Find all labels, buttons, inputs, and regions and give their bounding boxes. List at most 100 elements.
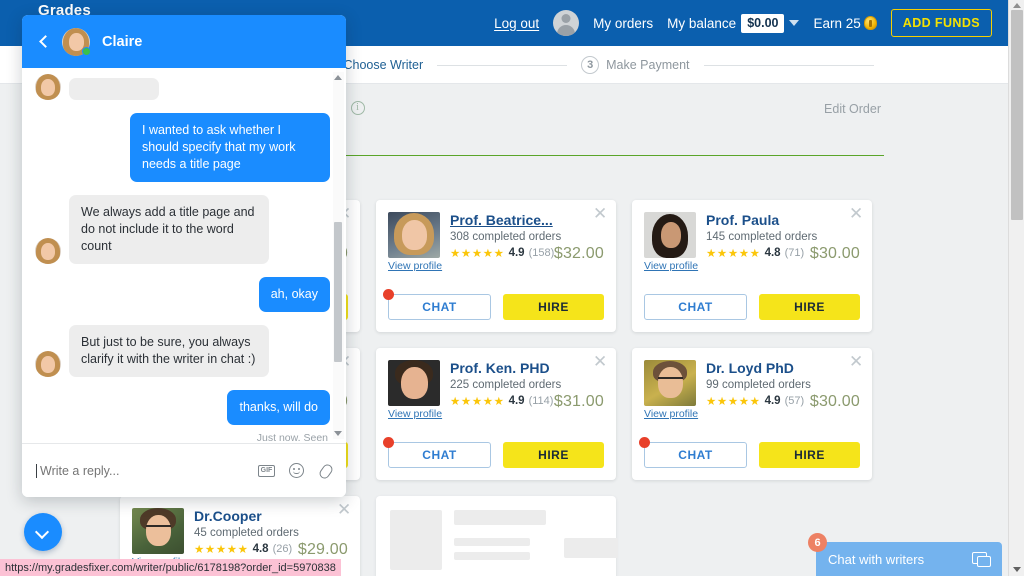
star-rating-icon: ★★★★★ xyxy=(706,396,761,408)
rating-value: 4.8 xyxy=(252,543,269,555)
chat-button-label: CHAT xyxy=(422,300,457,314)
rating-count: (114) xyxy=(528,395,554,407)
chat-composer: GIF xyxy=(22,443,346,497)
chat-panel-header: Claire xyxy=(22,15,346,68)
chat-scrollbar-thumb[interactable] xyxy=(334,222,342,362)
star-rating-icon: ★★★★★ xyxy=(450,248,505,260)
writer-card[interactable]: ✕ View profile Prof. Paula 145 completed… xyxy=(632,200,872,332)
my-orders-link[interactable]: My orders xyxy=(593,16,653,31)
rating-count: (158) xyxy=(528,247,555,259)
close-icon[interactable]: ✕ xyxy=(593,353,607,370)
my-balance-menu[interactable]: My balance $0.00 xyxy=(667,13,800,33)
logout-link[interactable]: Log out xyxy=(494,16,539,31)
writer-card[interactable]: ✕ View profile Prof. Beatrice... 308 com… xyxy=(376,200,616,332)
writer-orders-count: 225 completed orders xyxy=(450,379,562,391)
chat-widget-label: Chat with writers xyxy=(828,551,925,567)
writer-price: $32.00 xyxy=(553,245,604,262)
writer-orders-count: 308 completed orders xyxy=(450,231,562,243)
rating-count: (71) xyxy=(784,247,805,259)
chat-message-list[interactable]: I wanted to ask whether I should specify… xyxy=(22,68,346,443)
view-profile-link[interactable]: View profile xyxy=(644,260,698,272)
chat-message-row: We always add a title page and do not in… xyxy=(35,195,330,264)
writer-orders-count: 45 completed orders xyxy=(194,527,299,539)
browser-scrollbar[interactable] xyxy=(1008,0,1024,576)
chat-bubble: We always add a title page and do not in… xyxy=(69,195,269,264)
writer-photo xyxy=(388,212,440,258)
emoji-icon[interactable] xyxy=(289,463,304,478)
writer-card[interactable]: ✕ View profile Prof. Ken. PHD 225 comple… xyxy=(376,348,616,480)
writer-name[interactable]: Prof. Ken. PHD xyxy=(450,360,604,376)
step-label: Choose Writer xyxy=(343,58,424,72)
writer-name[interactable]: Prof. Paula xyxy=(706,212,860,228)
message-status: Just now. Seen xyxy=(256,432,328,443)
writer-price: $29.00 xyxy=(297,541,348,558)
writer-card-loading-skeleton xyxy=(376,496,618,576)
coin-icon xyxy=(863,16,877,30)
scroll-down-arrow-icon[interactable] xyxy=(334,431,342,436)
hire-button[interactable]: HIRE xyxy=(503,442,604,468)
chat-message-row: ah, okay xyxy=(35,277,330,312)
chat-message-row xyxy=(35,74,330,100)
close-icon[interactable]: ✕ xyxy=(849,353,863,370)
hire-button[interactable]: HIRE xyxy=(759,442,860,468)
chat-contact-name: Claire xyxy=(102,33,143,50)
chat-button[interactable]: CHAT xyxy=(383,289,491,320)
browser-scrollbar-thumb[interactable] xyxy=(1011,10,1023,220)
balance-amount: $0.00 xyxy=(741,13,785,33)
edit-order-link[interactable]: Edit Order xyxy=(824,102,881,116)
chat-scrollbar[interactable] xyxy=(333,72,344,439)
writer-name[interactable]: Dr.Cooper xyxy=(194,508,348,524)
attachment-icon[interactable] xyxy=(318,463,332,479)
chat-message-row: But just to be sure, you always clarify … xyxy=(35,325,330,377)
scroll-down-arrow-icon[interactable] xyxy=(1013,567,1021,572)
writer-photo xyxy=(132,508,184,554)
chat-button[interactable]: CHAT xyxy=(383,437,491,468)
rating-count: (57) xyxy=(784,395,805,407)
add-funds-button[interactable]: ADD FUNDS xyxy=(890,9,992,37)
view-profile-link[interactable]: View profile xyxy=(388,260,442,272)
writer-price: $30.00 xyxy=(809,393,860,410)
view-profile-link[interactable]: View profile xyxy=(388,408,442,420)
hire-button[interactable]: HIRE xyxy=(503,294,604,320)
writer-name[interactable]: Prof. Beatrice... xyxy=(450,212,604,228)
close-icon[interactable]: ✕ xyxy=(849,205,863,222)
close-icon[interactable]: ✕ xyxy=(337,501,351,518)
stepper-divider xyxy=(437,64,568,66)
chat-button[interactable]: CHAT xyxy=(639,437,747,468)
unread-dot-icon xyxy=(639,437,650,448)
top-nav-links: Log out My orders My balance $0.00 Earn … xyxy=(494,0,992,46)
scroll-up-arrow-icon[interactable] xyxy=(334,75,342,80)
reply-input[interactable] xyxy=(36,463,258,478)
chat-bubble: But just to be sure, you always clarify … xyxy=(69,325,269,377)
rating-count: (26) xyxy=(272,543,293,555)
chat-panel: Claire I wanted to ask whether I should … xyxy=(22,15,346,497)
chat-bubble: thanks, will do xyxy=(227,390,330,425)
step-make-payment[interactable]: 3 Make Payment xyxy=(581,56,690,74)
stepper-divider xyxy=(703,64,874,66)
writer-photo xyxy=(388,360,440,406)
writer-card[interactable]: ✕ View profile xyxy=(632,348,872,480)
scroll-to-bottom-button[interactable] xyxy=(24,513,62,551)
back-chevron-icon[interactable] xyxy=(39,35,52,48)
chevron-down-icon xyxy=(34,524,50,540)
step-number: 3 xyxy=(581,56,600,74)
unread-dot-icon xyxy=(383,437,394,448)
hire-button[interactable]: HIRE xyxy=(759,294,860,320)
close-icon[interactable]: ✕ xyxy=(593,205,607,222)
writer-name[interactable]: Dr. Loyd PhD xyxy=(706,360,860,376)
earn-points-link[interactable]: Earn 25 xyxy=(813,16,877,31)
star-rating-icon: ★★★★★ xyxy=(706,248,761,260)
writer-photo xyxy=(644,360,696,406)
chat-bubbles-icon xyxy=(972,552,991,567)
chat-with-writers-widget[interactable]: 6 Chat with writers xyxy=(808,533,1002,576)
view-profile-link[interactable]: View profile xyxy=(644,408,698,420)
chat-message-row: I wanted to ask whether I should specify… xyxy=(35,113,330,182)
writer-orders-count: 145 completed orders xyxy=(706,231,818,243)
chat-button[interactable]: CHAT xyxy=(644,294,747,320)
info-icon[interactable]: i xyxy=(350,101,365,115)
message-avatar xyxy=(35,238,61,264)
unread-count-badge: 6 xyxy=(808,533,827,552)
user-avatar-icon[interactable] xyxy=(553,10,580,36)
gif-icon[interactable]: GIF xyxy=(258,464,275,477)
scroll-up-arrow-icon[interactable] xyxy=(1013,3,1021,8)
